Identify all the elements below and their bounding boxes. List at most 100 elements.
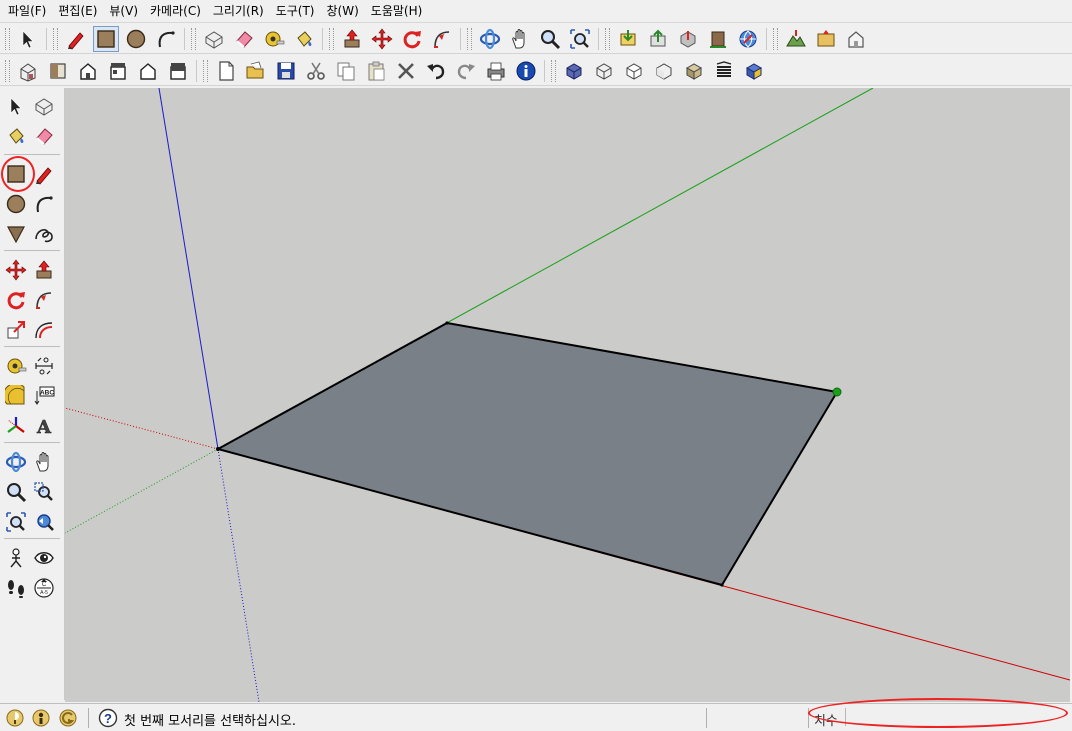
toolbar-grip[interactable] [605,27,610,50]
zoom-extents-button[interactable] [567,26,593,52]
zoom-button[interactable] [537,26,563,52]
geo-location-icon[interactable] [5,708,25,731]
menu-item[interactable]: 파일(F) [0,0,52,22]
section-plane-button[interactable]: C A-5 [31,575,57,601]
monochrome-button[interactable] [711,58,737,84]
tape-measure-button[interactable] [3,353,29,379]
back-view-button[interactable] [135,58,161,84]
orbit-button[interactable] [3,449,29,475]
offset-button[interactable] [31,317,57,343]
open-button[interactable] [243,58,269,84]
menu-item[interactable]: 뷰(V) [103,0,144,22]
walk-button[interactable] [3,575,29,601]
measurements-input[interactable] [845,708,1064,726]
drawing-viewport[interactable] [65,88,1070,702]
right-view-button[interactable] [105,58,131,84]
move-button[interactable] [369,26,395,52]
arc-button[interactable] [153,26,179,52]
share-model-button[interactable] [645,26,671,52]
toolbar-grip[interactable] [329,27,334,50]
select-button[interactable] [15,26,41,52]
arc-button[interactable] [31,191,57,217]
zoom-window-button[interactable] [31,479,57,505]
redo-button[interactable] [453,58,479,84]
place-model-button[interactable] [705,26,731,52]
left-view-button[interactable] [165,58,191,84]
menu-item[interactable]: 도움말(H) [365,0,429,22]
save-button[interactable] [273,58,299,84]
top-view-button[interactable] [45,58,71,84]
paint-bucket-button[interactable] [3,123,29,149]
eraser-button[interactable] [231,26,257,52]
menu-item[interactable]: 창(W) [321,0,365,22]
copy-button[interactable] [333,58,359,84]
position-camera-button[interactable] [3,545,29,571]
zoom-button[interactable] [3,479,29,505]
signin-icon[interactable] [58,708,78,731]
get-photo-texture-button[interactable] [813,26,839,52]
dimension-button[interactable] [31,353,57,379]
pan-button[interactable] [31,449,57,475]
add-building-button[interactable] [843,26,869,52]
zoom-extents-button[interactable] [3,509,29,535]
get-models-button[interactable] [615,26,641,52]
get-current-view-button[interactable] [735,26,761,52]
iso-view-button[interactable] [15,58,41,84]
toggle-terrain-button[interactable] [783,26,809,52]
orbit-button[interactable] [477,26,503,52]
rectangle-button[interactable] [93,25,119,52]
look-around-button[interactable] [31,545,57,571]
make-component-button[interactable] [201,26,227,52]
circle-button[interactable] [3,191,29,217]
protractor-button[interactable] [3,383,29,409]
shaded-textures-button[interactable] [681,58,707,84]
menu-item[interactable]: 편집(E) [52,0,103,22]
print-button[interactable] [483,58,509,84]
rectangle-face[interactable] [217,322,838,586]
toolbar-grip[interactable] [5,59,10,82]
menu-item[interactable]: 그리기(R) [207,0,270,22]
rectangle-button[interactable] [3,161,29,187]
tape-measure-button[interactable] [261,26,287,52]
delete-button[interactable] [393,58,419,84]
toolbar-grip[interactable] [53,27,58,50]
toolbar-grip[interactable] [203,59,208,82]
undo-button[interactable] [423,58,449,84]
hidden-line-button[interactable] [621,58,647,84]
push-pull-button[interactable] [31,257,57,283]
select-button[interactable] [3,93,29,119]
freehand-button[interactable] [31,221,57,247]
shadows-button[interactable] [741,58,767,84]
share-component-button[interactable] [675,26,701,52]
eraser-button[interactable] [31,123,57,149]
text-button[interactable]: ABC [31,383,57,409]
make-component-button[interactable] [31,93,57,119]
toolbar-grip[interactable] [191,27,196,50]
3d-text-button[interactable]: A [31,413,57,439]
menu-item[interactable]: 카메라(C) [144,0,207,22]
follow-me-button[interactable] [31,287,57,313]
axes-button[interactable] [3,413,29,439]
xray-button[interactable] [561,58,587,84]
scene-canvas[interactable] [65,88,1070,702]
follow-me-button[interactable] [429,26,455,52]
wireframe-button[interactable] [591,58,617,84]
toolbar-grip[interactable] [467,27,472,50]
front-view-button[interactable] [75,58,101,84]
toolbar-grip[interactable] [5,27,10,50]
cut-button[interactable] [303,58,329,84]
paste-button[interactable] [363,58,389,84]
new-button[interactable] [213,58,239,84]
help-icon[interactable]: ? [98,708,118,731]
rotate-button[interactable] [3,287,29,313]
previous-view-button[interactable] [31,509,57,535]
push-pull-button[interactable] [339,26,365,52]
shaded-button[interactable] [651,58,677,84]
toolbar-grip[interactable] [551,59,556,82]
rotate-button[interactable] [399,26,425,52]
pan-button[interactable] [507,26,533,52]
polygon-button[interactable] [3,221,29,247]
circle-button[interactable] [123,26,149,52]
pencil-button[interactable] [31,161,57,187]
menu-item[interactable]: 도구(T) [270,0,321,22]
